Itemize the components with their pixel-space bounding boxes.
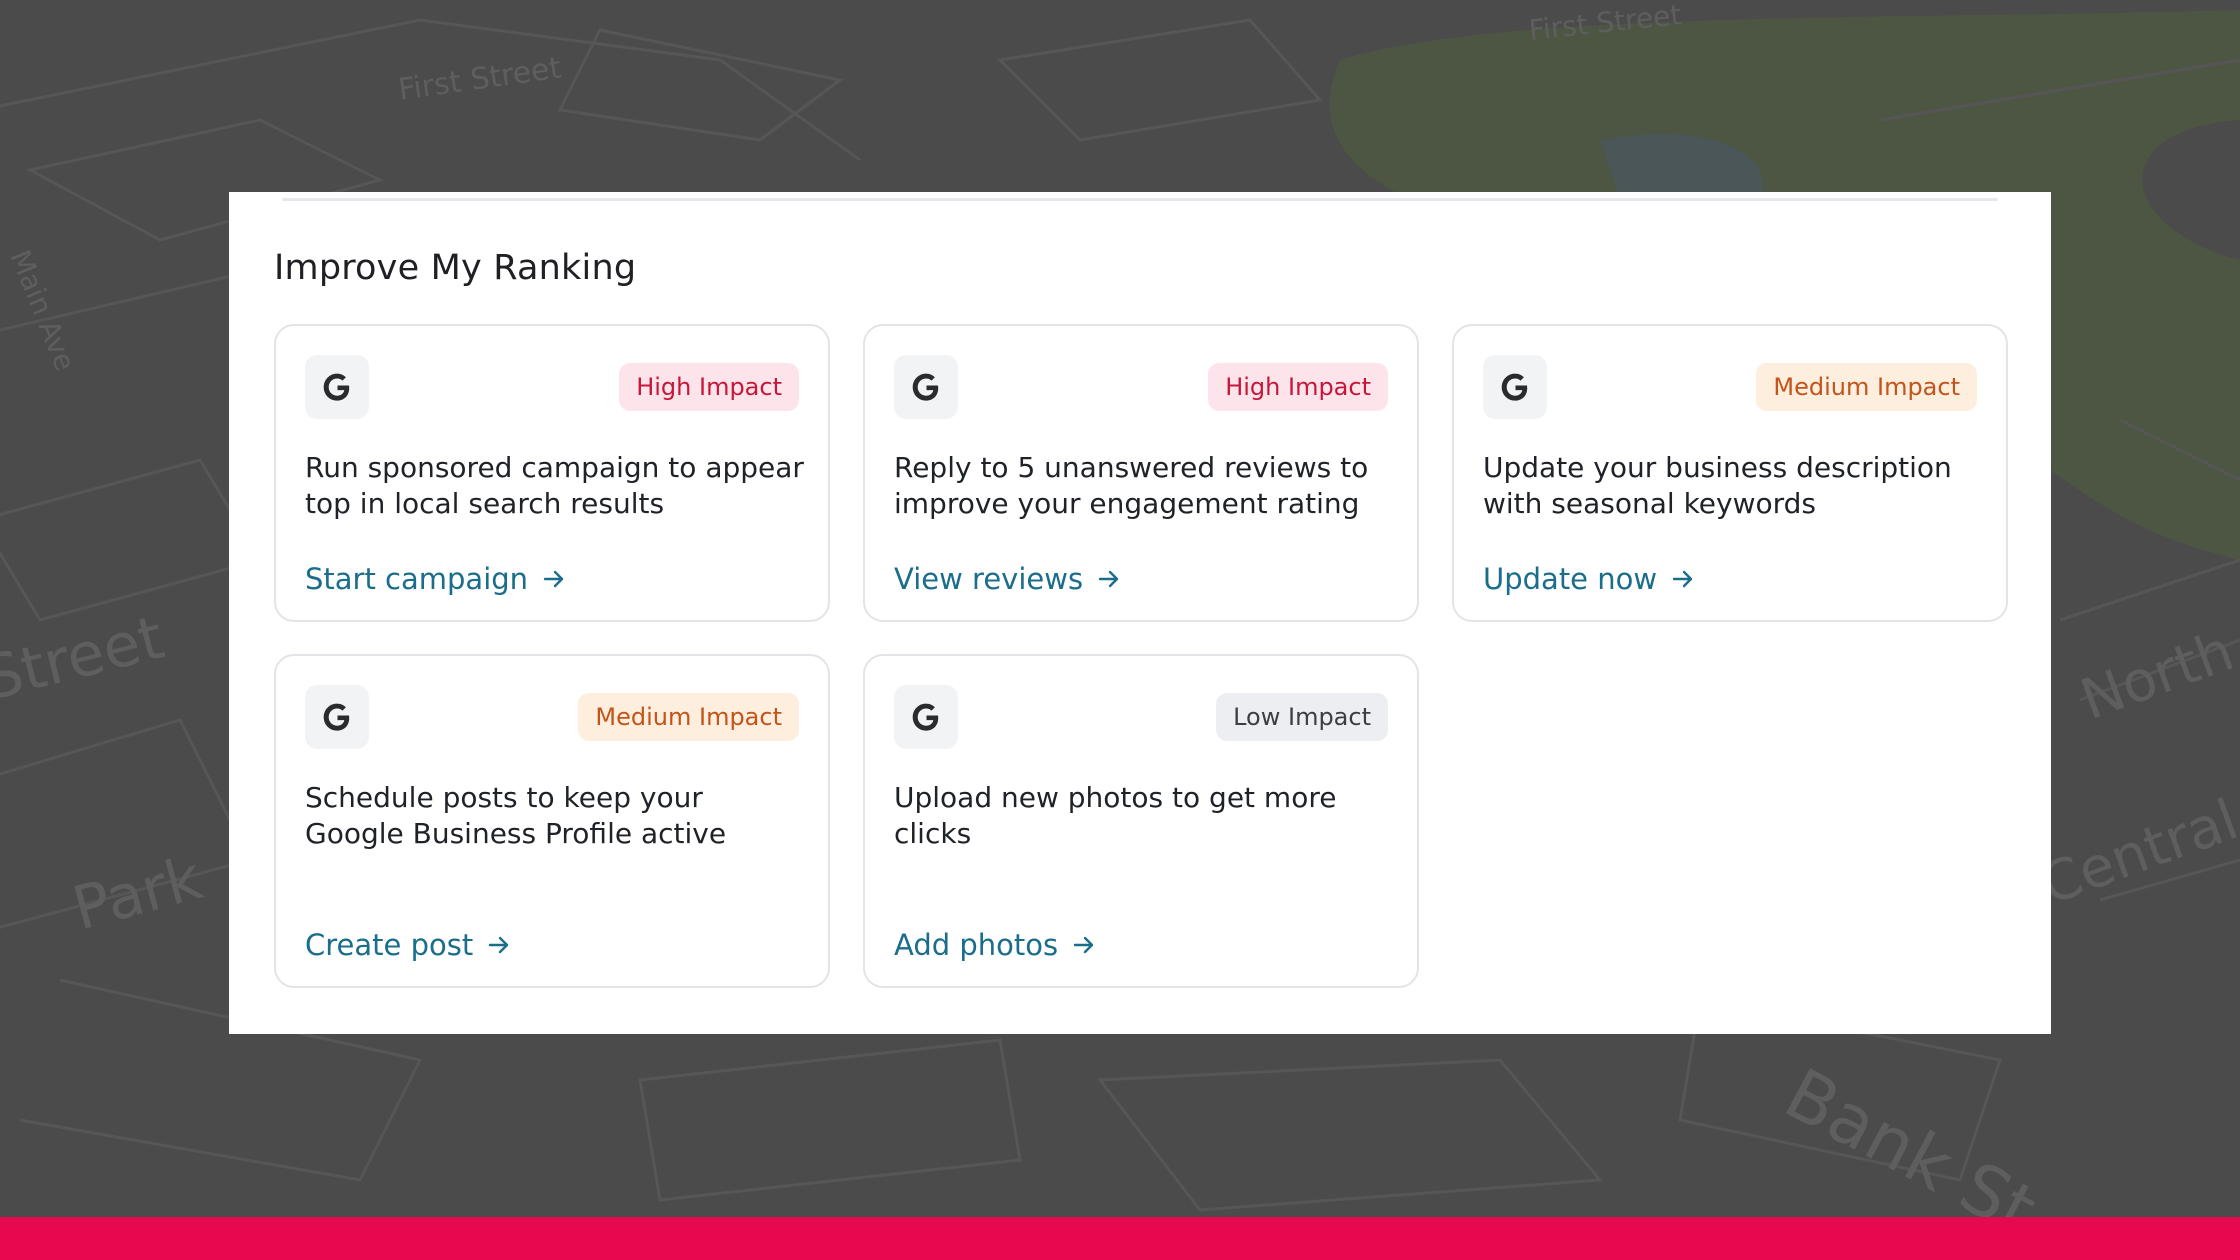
recommendation-card: Low Impact Upload new photos to get more…	[863, 654, 1419, 988]
arrow-right-icon	[1072, 928, 1096, 962]
google-g-icon	[894, 355, 958, 419]
start-campaign-link[interactable]: Start campaign	[305, 562, 566, 596]
google-g-icon	[894, 685, 958, 749]
add-photos-link[interactable]: Add photos	[894, 928, 1096, 962]
google-g-icon	[305, 685, 369, 749]
recommendation-card: Medium Impact Schedule posts to keep you…	[274, 654, 830, 988]
impact-badge: Medium Impact	[1756, 363, 1977, 411]
link-label: View reviews	[894, 562, 1084, 596]
arrow-right-icon	[487, 928, 511, 962]
update-now-link[interactable]: Update now	[1483, 562, 1695, 596]
create-post-link[interactable]: Create post	[305, 928, 511, 962]
recommendation-card: High Impact Reply to 5 unanswered review…	[863, 324, 1419, 622]
impact-badge: High Impact	[619, 363, 799, 411]
impact-badge: Medium Impact	[578, 693, 799, 741]
recommendation-text: Upload new photos to get more clicks	[894, 781, 1337, 850]
section-title: Improve My Ranking	[274, 248, 637, 288]
recommendation-text: Schedule posts to keep your Google Busin…	[305, 781, 727, 850]
bottom-brand-bar	[0, 1217, 2240, 1260]
improve-ranking-panel: Improve My Ranking High Impact Run spons…	[229, 192, 2051, 1034]
view-reviews-link[interactable]: View reviews	[894, 562, 1121, 596]
arrow-right-icon	[1671, 562, 1695, 596]
recommendation-text: Run sponsored campaign to appear top in …	[305, 451, 804, 520]
recommendation-text: Reply to 5 unanswered reviews to improve…	[894, 451, 1369, 520]
recommendation-card: High Impact Run sponsored campaign to ap…	[274, 324, 830, 622]
link-label: Start campaign	[305, 562, 529, 596]
google-g-icon	[305, 355, 369, 419]
link-label: Add photos	[894, 928, 1059, 962]
arrow-right-icon	[1097, 562, 1121, 596]
google-g-icon	[1483, 355, 1547, 419]
recommendation-card: Medium Impact Update your business descr…	[1452, 324, 2008, 622]
impact-badge: Low Impact	[1216, 693, 1388, 741]
recommendation-text: Update your business description with se…	[1483, 451, 1952, 520]
arrow-right-icon	[542, 562, 566, 596]
divider	[282, 198, 1998, 201]
link-label: Create post	[305, 928, 474, 962]
impact-badge: High Impact	[1208, 363, 1388, 411]
link-label: Update now	[1483, 562, 1658, 596]
